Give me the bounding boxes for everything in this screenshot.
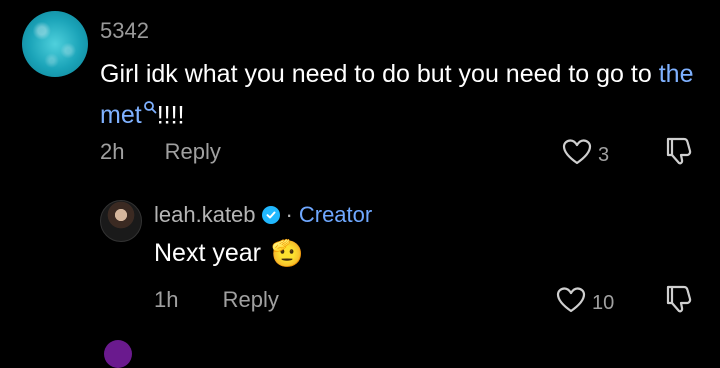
like-count: 3 — [598, 143, 610, 166]
heart-outline-icon — [556, 286, 586, 320]
reply-username-row: leah.kateb · Creator — [154, 202, 372, 228]
verified-check-icon — [261, 206, 280, 224]
comment-username[interactable]: 5342 — [100, 18, 149, 44]
saluting-face-emoji: 🫡 — [270, 238, 304, 268]
separator-dot: · — [285, 202, 293, 227]
comment-meta: 2h Reply — [100, 139, 221, 165]
reply-button[interactable]: Reply — [165, 139, 221, 164]
like-button[interactable]: 3 — [562, 138, 609, 172]
reply-text: Next year — [154, 239, 261, 267]
dislike-button[interactable] — [662, 135, 694, 172]
search-icon — [143, 90, 157, 122]
reply-dislike-button[interactable] — [662, 283, 694, 320]
reply-username[interactable]: leah.kateb — [154, 202, 256, 228]
reply-avatar[interactable] — [100, 200, 142, 242]
thumbs-down-icon — [662, 285, 694, 319]
reply-time: 1h — [154, 287, 179, 312]
avatar[interactable] — [22, 11, 88, 77]
comment-text: Girl idk what you need to do but you nee… — [100, 58, 700, 131]
creator-badge: Creator — [298, 202, 373, 227]
comment-text-before: Girl idk what you need to do but you nee… — [100, 60, 659, 88]
reply-like-button[interactable]: 10 — [556, 286, 614, 320]
reply-meta: 1h Reply — [154, 287, 279, 313]
reply-reply-button[interactable]: Reply — [223, 287, 279, 312]
thumbs-down-icon — [662, 137, 694, 171]
heart-outline-icon — [562, 138, 592, 172]
next-comment-avatar[interactable] — [104, 340, 132, 368]
reply-text-row: Next year 🫡 — [154, 238, 303, 269]
comment-time: 2h — [100, 139, 125, 164]
reply-like-count: 10 — [592, 291, 615, 314]
comment-text-after: !!!! — [156, 101, 185, 130]
